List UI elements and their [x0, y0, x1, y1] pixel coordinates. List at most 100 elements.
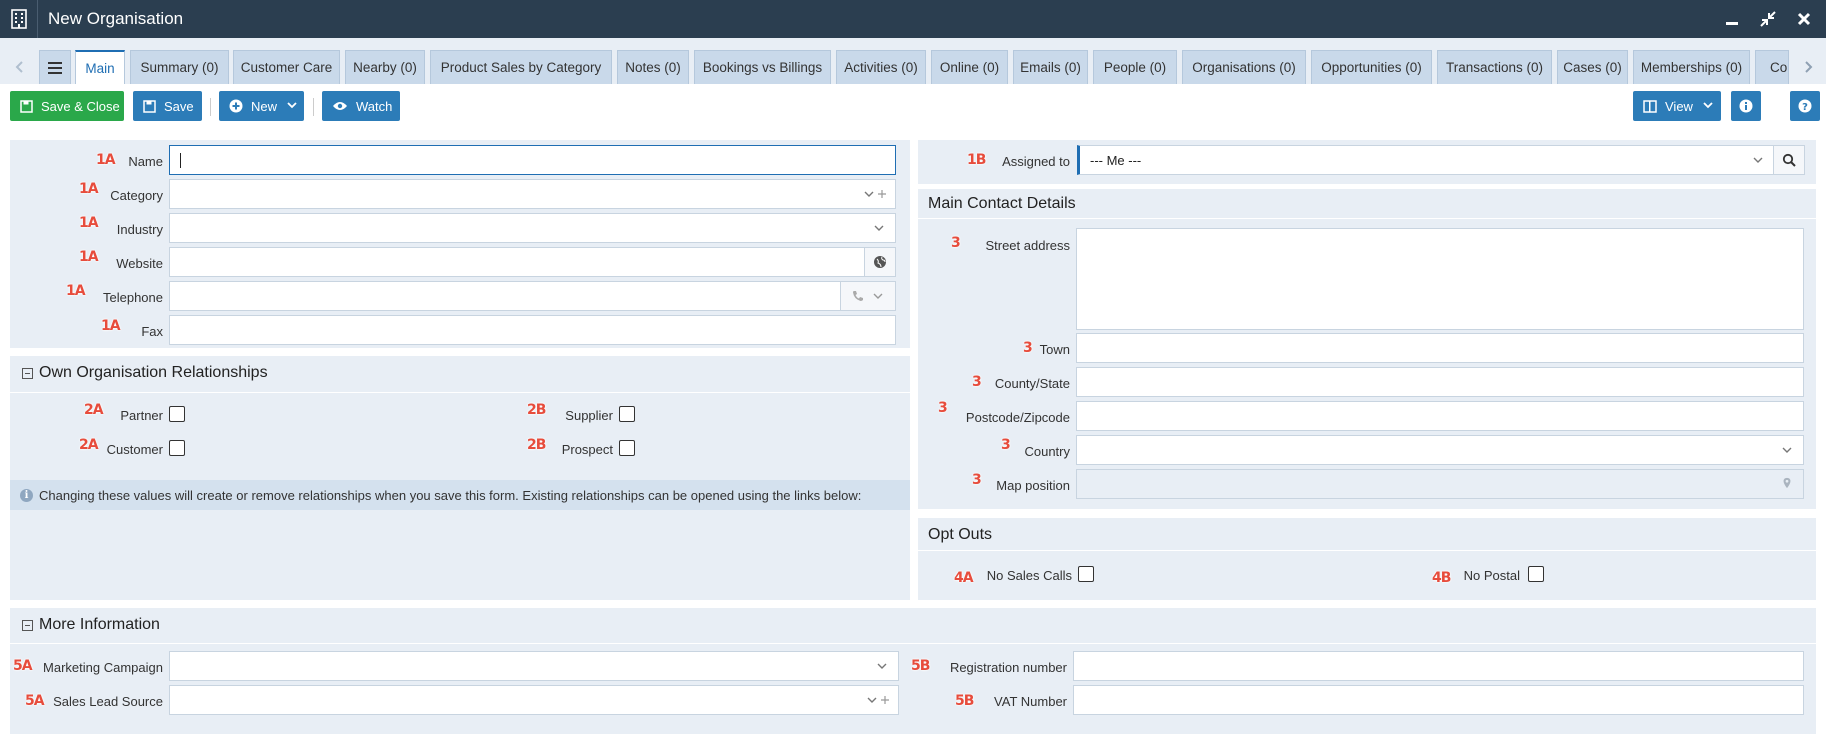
vat-number-input[interactable] [1073, 685, 1804, 715]
town-label: Town [1039, 342, 1070, 357]
marketing-campaign-label: Marketing Campaign [43, 660, 163, 675]
marketing-campaign-select[interactable] [169, 651, 899, 681]
tab-cases[interactable]: Cases (0) [1557, 50, 1628, 84]
sales-lead-source-select[interactable] [169, 685, 899, 715]
hamburger-menu-icon[interactable] [39, 50, 71, 84]
info-button[interactable] [1731, 91, 1761, 121]
badge-4b: 4B [1432, 570, 1451, 586]
help-icon: ? [1798, 99, 1812, 113]
tab-nearby[interactable]: Nearby (0) [345, 50, 425, 84]
tab-transactions[interactable]: Transactions (0) [1437, 50, 1552, 84]
tab-bookings-billings[interactable]: Bookings vs Billings [694, 50, 831, 84]
tab-customer-care[interactable]: Customer Care [233, 50, 340, 84]
street-address-textarea[interactable] [1076, 228, 1804, 330]
save-button[interactable]: Save [133, 91, 202, 121]
tab-memberships[interactable]: Memberships (0) [1633, 50, 1750, 84]
plus-icon[interactable] [880, 694, 892, 706]
phone-icon [853, 291, 863, 301]
postcode-input[interactable] [1076, 401, 1804, 431]
telephone-input[interactable] [169, 281, 896, 311]
prospect-checkbox[interactable] [619, 440, 635, 456]
help-button[interactable]: ? [1790, 91, 1820, 121]
tab-bar: Main Summary (0) Customer Care Nearby (0… [0, 38, 1826, 84]
tab-product-sales[interactable]: Product Sales by Category [430, 50, 612, 84]
save-close-button[interactable]: Save & Close [10, 91, 124, 121]
partner-checkbox[interactable] [169, 406, 185, 422]
tab-organisations[interactable]: Organisations (0) [1182, 50, 1306, 84]
chevron-down-icon [287, 102, 297, 109]
toolbar: Save & Close Save New Watch View ? [0, 84, 1826, 132]
name-label: Name [128, 154, 163, 169]
town-input[interactable] [1076, 333, 1804, 363]
county-state-input[interactable] [1076, 367, 1804, 397]
partner-label: Partner [120, 408, 163, 423]
telephone-label: Telephone [103, 290, 163, 305]
no-sales-calls-checkbox[interactable] [1078, 566, 1094, 582]
globe-icon[interactable] [864, 248, 895, 276]
chevron-down-icon [874, 225, 884, 231]
postcode-label: Postcode/Zipcode [965, 410, 1070, 425]
customer-checkbox[interactable] [169, 440, 185, 456]
badge-2a: 2A [84, 402, 104, 418]
chevron-down-icon [1703, 102, 1713, 109]
tab-summary[interactable]: Summary (0) [130, 50, 229, 84]
view-button[interactable]: View [1633, 91, 1721, 121]
registration-number-input[interactable] [1073, 651, 1804, 681]
main-contact-title: Main Contact Details [928, 195, 1076, 212]
tab-overflow[interactable]: Co [1755, 50, 1789, 84]
new-button[interactable]: New [219, 91, 304, 121]
restore-icon[interactable] [1760, 11, 1776, 27]
tab-opportunities[interactable]: Opportunities (0) [1311, 50, 1432, 84]
fax-label: Fax [141, 324, 163, 339]
badge-4a: 4A [954, 570, 974, 586]
watch-button[interactable]: Watch [322, 91, 400, 121]
badge-3: 3 [951, 235, 961, 251]
fax-input[interactable] [169, 315, 896, 345]
map-marker-icon[interactable] [1781, 477, 1793, 489]
tab-online[interactable]: Online (0) [931, 50, 1008, 84]
chevron-down-icon [867, 697, 877, 703]
name-input[interactable] [169, 145, 896, 175]
customer-label: Customer [106, 442, 163, 457]
no-sales-calls-label: No Sales Calls [986, 568, 1072, 583]
assigned-to-select[interactable]: --- Me --- [1077, 145, 1805, 175]
sales-lead-source-label: Sales Lead Source [53, 694, 163, 709]
chevron-down-icon [1753, 157, 1763, 163]
save-icon [143, 99, 156, 113]
industry-label: Industry [116, 222, 163, 237]
badge-1b: 1B [967, 152, 986, 168]
collapse-icon[interactable] [22, 367, 33, 379]
chevron-down-icon [877, 663, 887, 669]
supplier-checkbox[interactable] [619, 406, 635, 422]
minimize-icon[interactable] [1724, 11, 1740, 27]
building-icon [0, 0, 38, 38]
more-info-title[interactable]: More Information [22, 616, 160, 634]
collapse-icon[interactable] [22, 619, 33, 631]
country-label: Country [1024, 444, 1070, 459]
assigned-to-label: Assigned to [1002, 154, 1070, 169]
scroll-right-icon[interactable] [1798, 50, 1820, 84]
tab-main[interactable]: Main [75, 50, 125, 84]
plus-circle-icon [229, 99, 243, 113]
industry-select[interactable] [169, 213, 896, 243]
category-label: Category [110, 188, 163, 203]
search-icon[interactable] [1773, 146, 1804, 174]
scroll-left-icon[interactable] [8, 50, 30, 84]
category-select[interactable] [169, 179, 896, 209]
plus-icon[interactable] [877, 188, 889, 200]
tab-notes[interactable]: Notes (0) [617, 50, 689, 84]
website-input[interactable] [169, 247, 896, 277]
tab-activities[interactable]: Activities (0) [836, 50, 926, 84]
badge-2b: 2B [527, 402, 546, 418]
close-icon[interactable] [1796, 11, 1812, 27]
country-select[interactable] [1076, 435, 1804, 465]
chevron-down-icon [873, 293, 883, 299]
tab-people[interactable]: People (0) [1093, 50, 1177, 84]
phone-type-dropdown[interactable] [840, 282, 895, 310]
badge-2a: 2A [79, 437, 99, 453]
own-relationships-title[interactable]: Own Organisation Relationships [22, 364, 268, 382]
map-position-label: Map position [996, 478, 1070, 493]
county-state-label: County/State [994, 376, 1070, 391]
tab-emails[interactable]: Emails (0) [1013, 50, 1088, 84]
no-postal-checkbox[interactable] [1528, 566, 1544, 582]
